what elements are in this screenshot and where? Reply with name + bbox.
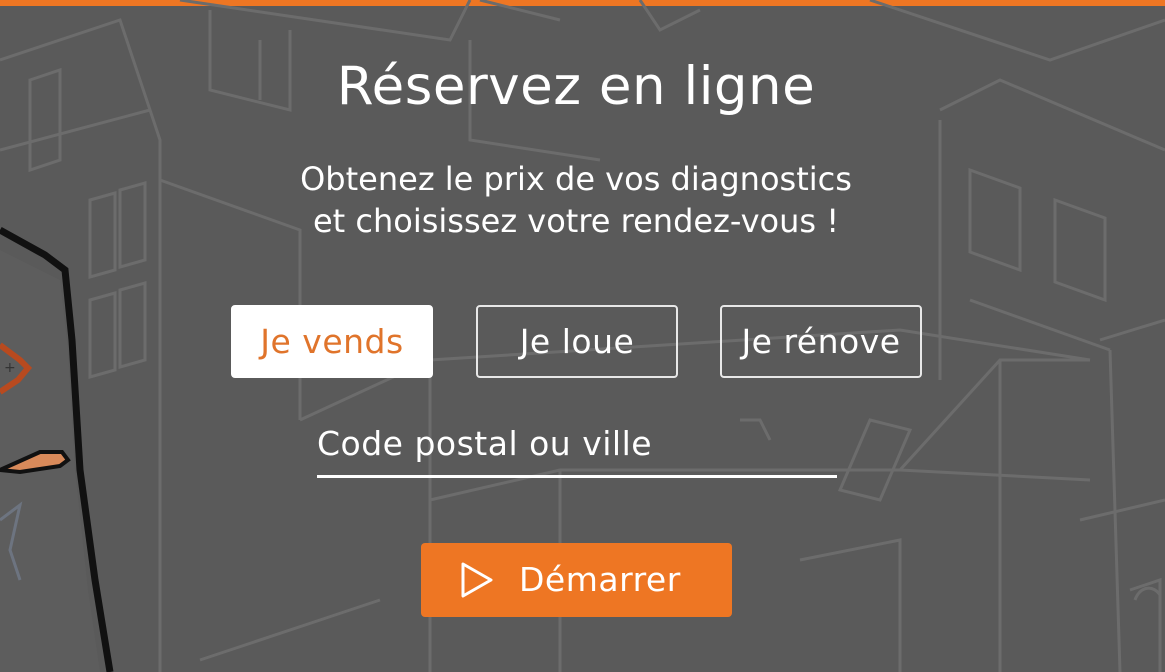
page-subtitle: Obtenez le prix de vos diagnostics et ch… [0,158,1152,242]
page-title: Réservez en ligne [336,56,816,117]
start-button[interactable]: Démarrer [421,543,732,617]
choice-je-vends-button[interactable]: Je vends [231,305,433,378]
play-icon [461,562,493,598]
character-illustration: + [0,226,114,672]
start-button-label: Démarrer [519,560,681,599]
booking-hero: + Réservez en ligne Obtenez le prix de v… [0,0,1165,672]
choice-je-renove-button[interactable]: Je rénove [720,305,922,378]
svg-text:+: + [4,360,16,376]
postal-code-input[interactable] [317,412,837,478]
subtitle-line-1: Obtenez le prix de vos diagnostics [300,160,852,198]
subtitle-line-2: et choisissez votre rendez-vous ! [312,202,840,240]
choice-je-loue-button[interactable]: Je loue [476,305,678,378]
